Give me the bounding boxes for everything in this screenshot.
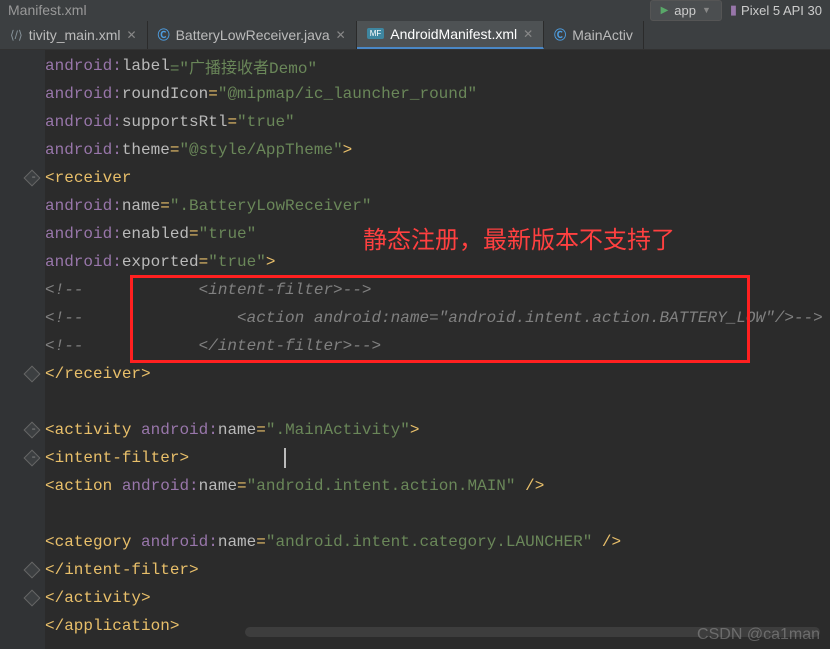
fold-marker-icon[interactable] [24, 170, 41, 187]
phone-icon: ▮ [730, 2, 737, 18]
fold-marker-icon[interactable] [24, 422, 41, 439]
java-class-icon: Ⓒ [158, 26, 170, 43]
tab-label: MainActiv [572, 27, 633, 43]
xml-file-icon: ⟨/⟩ [10, 28, 23, 42]
close-icon[interactable]: ✕ [336, 28, 346, 42]
chevron-down-icon: ▼ [702, 5, 711, 15]
code-area[interactable]: android:label="广播接收者Demo" android:roundI… [45, 50, 830, 649]
manifest-file-icon: MF [367, 28, 385, 39]
tab-activity-main[interactable]: ⟨/⟩ tivity_main.xml ✕ [0, 21, 148, 49]
fold-marker-icon[interactable] [24, 590, 41, 607]
fold-marker-icon[interactable] [24, 562, 41, 579]
toolbar-right: ▶ app ▼ ▮ Pixel 5 API 30 [650, 0, 822, 21]
tab-mainactivity[interactable]: Ⓒ MainActiv [544, 21, 644, 49]
device-selector[interactable]: ▮ Pixel 5 API 30 [730, 2, 822, 18]
tab-batterylowreceiver[interactable]: Ⓒ BatteryLowReceiver.java ✕ [148, 21, 357, 49]
close-icon[interactable]: ✕ [127, 28, 137, 42]
play-icon: ▶ [661, 5, 669, 16]
editor-tabs: ⟨/⟩ tivity_main.xml ✕ Ⓒ BatteryLowReceiv… [0, 20, 830, 50]
device-label: Pixel 5 API 30 [741, 3, 822, 18]
run-config-selector[interactable]: ▶ app ▼ [650, 0, 722, 21]
tab-label: BatteryLowReceiver.java [176, 27, 330, 43]
title-bar: Manifest.xml ▶ app ▼ ▮ Pixel 5 API 30 [0, 0, 830, 20]
text-cursor [284, 448, 286, 468]
run-config-label: app [674, 3, 696, 18]
java-class-icon: Ⓒ [554, 26, 566, 43]
window-title: Manifest.xml [8, 2, 87, 18]
annotation-box [130, 275, 750, 363]
gutter [0, 50, 45, 649]
watermark: CSDN @ca1man [697, 626, 820, 644]
fold-marker-icon[interactable] [24, 450, 41, 467]
fold-marker-icon[interactable] [24, 366, 41, 383]
editor: android:label="广播接收者Demo" android:roundI… [0, 50, 830, 649]
tab-label: tivity_main.xml [29, 27, 121, 43]
close-icon[interactable]: ✕ [523, 27, 533, 41]
tab-androidmanifest[interactable]: MF AndroidManifest.xml ✕ [357, 21, 544, 49]
annotation-text: 静态注册，最新版本不支持了 [363, 220, 675, 255]
code-text: android: [45, 57, 122, 75]
tab-label: AndroidManifest.xml [390, 26, 517, 42]
